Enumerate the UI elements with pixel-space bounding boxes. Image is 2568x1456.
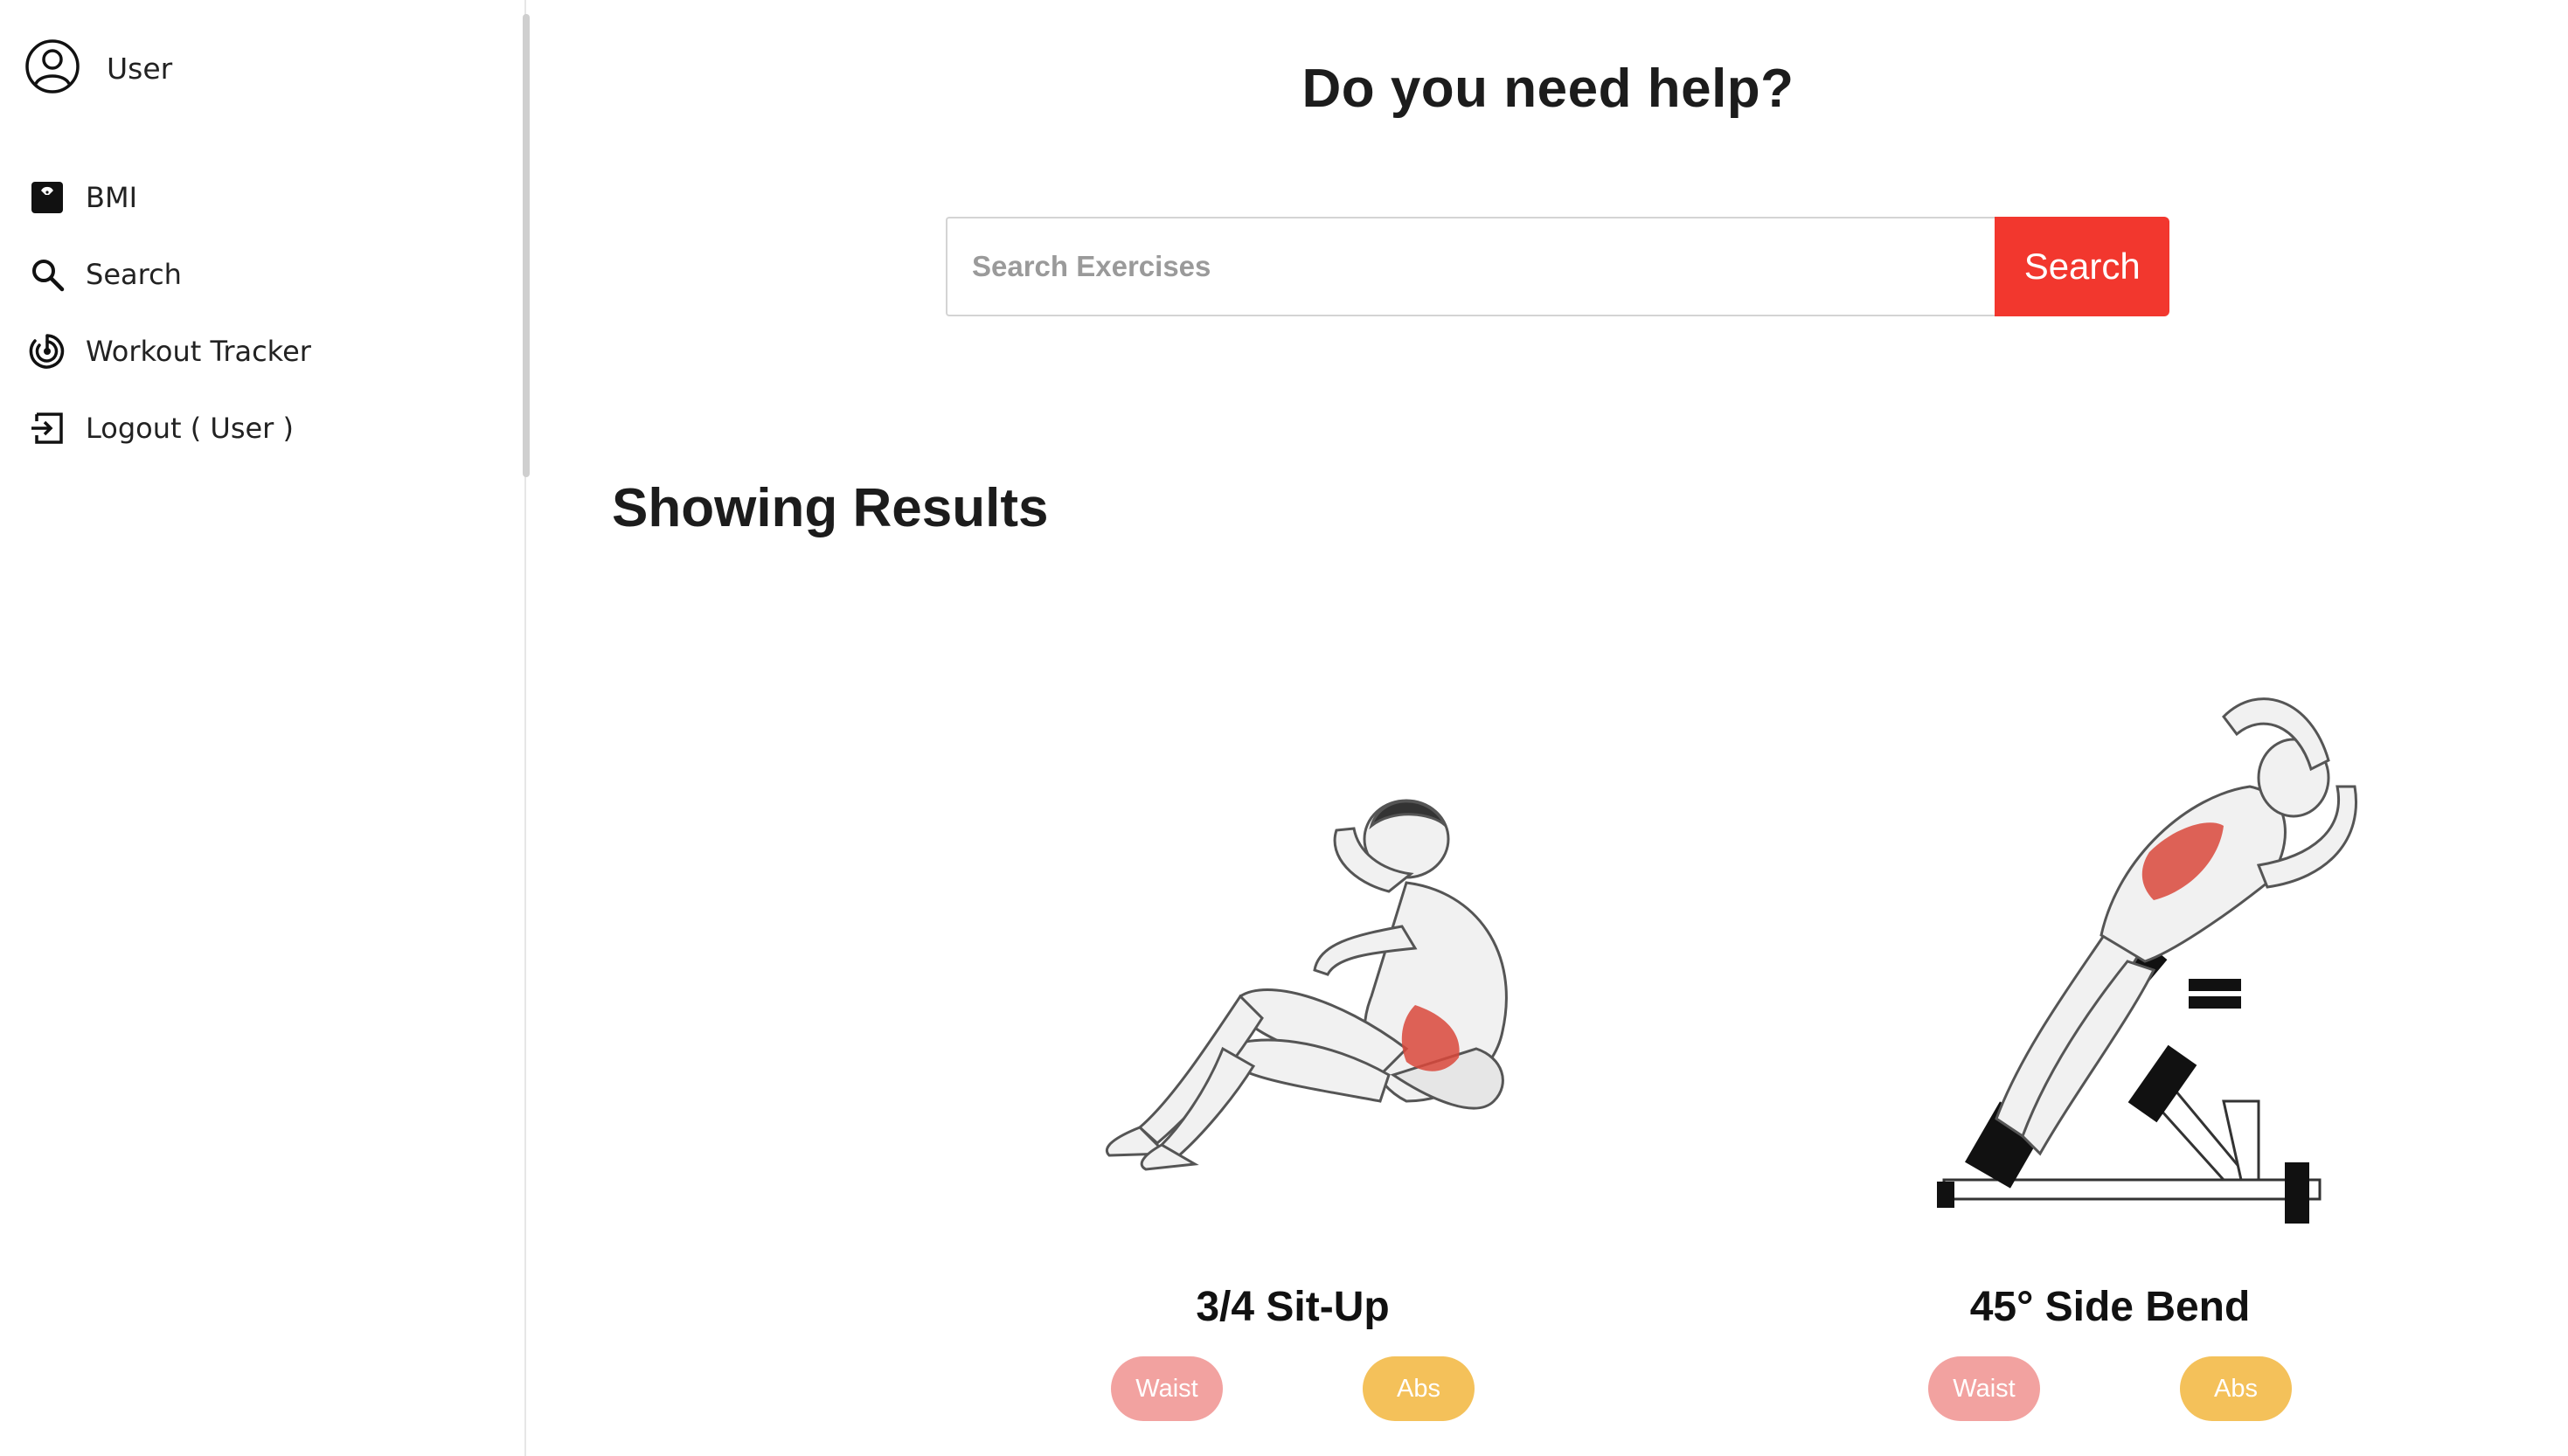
user-name: User (107, 52, 173, 86)
exercise-tags: Waist Abs (1734, 1356, 2486, 1421)
sidebar-item-logout[interactable]: Logout ( User ) (28, 390, 311, 467)
tag-waist[interactable]: Waist (1928, 1356, 2040, 1421)
logout-icon (28, 409, 66, 447)
tag-abs[interactable]: Abs (2180, 1356, 2292, 1421)
search-button[interactable]: Search (1995, 217, 2169, 316)
search-input[interactable] (946, 217, 1995, 316)
exercise-name: 3/4 Sit-Up (1196, 1284, 1390, 1330)
exercise-illustration (1734, 664, 2486, 1276)
sidebar-item-label: Logout ( User ) (86, 412, 294, 445)
sidebar-item-label: Workout Tracker (86, 335, 311, 368)
sidebar-item-bmi[interactable]: BMI (28, 159, 311, 236)
sidebar-nav: BMI Search Workout Tracker Logout (User… (28, 159, 311, 467)
search-icon (28, 255, 66, 294)
sidebar-item-label: BMI (86, 181, 137, 214)
exercise-name: 45° Side Bend (1969, 1284, 2251, 1330)
search-bar: Search (946, 217, 2169, 316)
tag-abs[interactable]: Abs (1363, 1356, 1475, 1421)
user-profile[interactable]: User (24, 38, 172, 99)
page-title: Do you need help? (1301, 59, 1794, 119)
exercise-card[interactable]: 3/4 Sit-Up Waist Abs (917, 664, 1669, 1456)
sidebar-item-label: Search (86, 258, 182, 291)
sidebar: User BMI Search Workout Tracker Logout (… (0, 0, 530, 1456)
main-content: Do you need help? Search Showing Results (528, 0, 2568, 1456)
user-avatar-icon (24, 38, 80, 99)
scale-icon (28, 178, 66, 217)
tag-waist[interactable]: Waist (1111, 1356, 1223, 1421)
exercise-card[interactable]: 45° Side Bend Waist Abs (1734, 664, 2486, 1456)
sidebar-item-search[interactable]: Search (28, 236, 311, 313)
results-heading: Showing Results (612, 478, 1049, 538)
tracker-icon (28, 332, 66, 371)
exercise-tags: Waist Abs (917, 1356, 1669, 1421)
sidebar-item-workout-tracker[interactable]: Workout Tracker (28, 313, 311, 390)
exercise-illustration (917, 664, 1669, 1276)
